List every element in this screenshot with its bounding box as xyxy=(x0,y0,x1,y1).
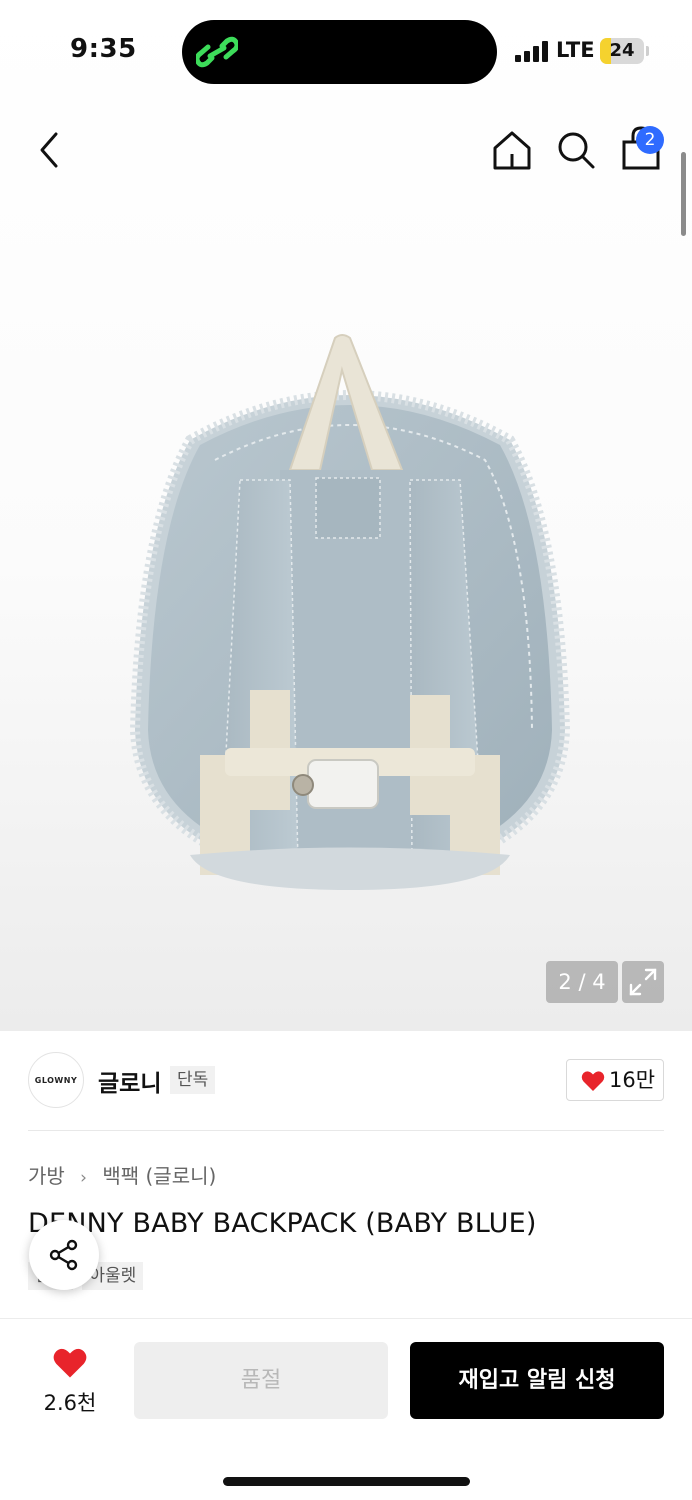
like-button[interactable]: 2.6천 xyxy=(28,1347,112,1419)
carrier-label: LTE xyxy=(556,38,595,62)
status-time: 9:35 xyxy=(70,34,137,64)
breadcrumb-category[interactable]: 가방 xyxy=(28,1164,65,1188)
status-bar: 9:35 LTE 24 xyxy=(0,0,692,100)
product-image[interactable] xyxy=(120,330,580,900)
cart-count-badge: 2 xyxy=(636,126,664,154)
home-button[interactable] xyxy=(490,128,534,172)
image-page-indicator: 2 / 4 xyxy=(546,961,618,1003)
like-count: 2.6천 xyxy=(43,1391,97,1415)
heart-icon xyxy=(53,1348,87,1378)
scrollbar-thumb[interactable] xyxy=(681,152,686,236)
battery-nub xyxy=(646,46,649,56)
cellular-signal-icon xyxy=(515,40,549,62)
soldout-button: 품절 xyxy=(134,1342,388,1419)
share-button[interactable] xyxy=(29,1220,99,1290)
breadcrumb: 가방 › 백팩 (글로니) xyxy=(28,1160,216,1189)
battery-percent: 24 xyxy=(609,40,635,61)
share-icon xyxy=(49,1239,78,1271)
product-title: DENNY BABY BACKPACK (BABY BLUE) xyxy=(28,1208,537,1239)
brand-like-button[interactable]: 16만 xyxy=(566,1059,664,1101)
brand-exclusive-tag: 단독 xyxy=(170,1066,216,1094)
brand-logo[interactable]: GLOWNY xyxy=(28,1052,84,1108)
divider xyxy=(28,1130,664,1131)
expand-icon xyxy=(629,968,657,996)
product-gallery[interactable]: 2 2 / 4 xyxy=(0,0,692,1031)
brand-like-count: 16만 xyxy=(609,1068,656,1092)
search-button[interactable] xyxy=(554,128,598,172)
call-link-icon xyxy=(196,36,238,68)
dynamic-island xyxy=(182,20,497,84)
back-button[interactable] xyxy=(28,126,74,174)
breadcrumb-subcategory[interactable]: 백팩 (글로니) xyxy=(102,1164,216,1188)
bottom-action-bar: 2.6천 품절 재입고 알림 신청 xyxy=(0,1318,692,1500)
restock-alert-button[interactable]: 재입고 알림 신청 xyxy=(410,1342,664,1419)
expand-image-button[interactable] xyxy=(622,961,664,1003)
battery-icon: 24 xyxy=(600,38,644,64)
heart-icon xyxy=(581,1071,605,1091)
chevron-right-icon: › xyxy=(80,1168,87,1188)
home-indicator[interactable] xyxy=(223,1477,470,1486)
brand-name[interactable]: 글로니 xyxy=(98,1064,161,1098)
